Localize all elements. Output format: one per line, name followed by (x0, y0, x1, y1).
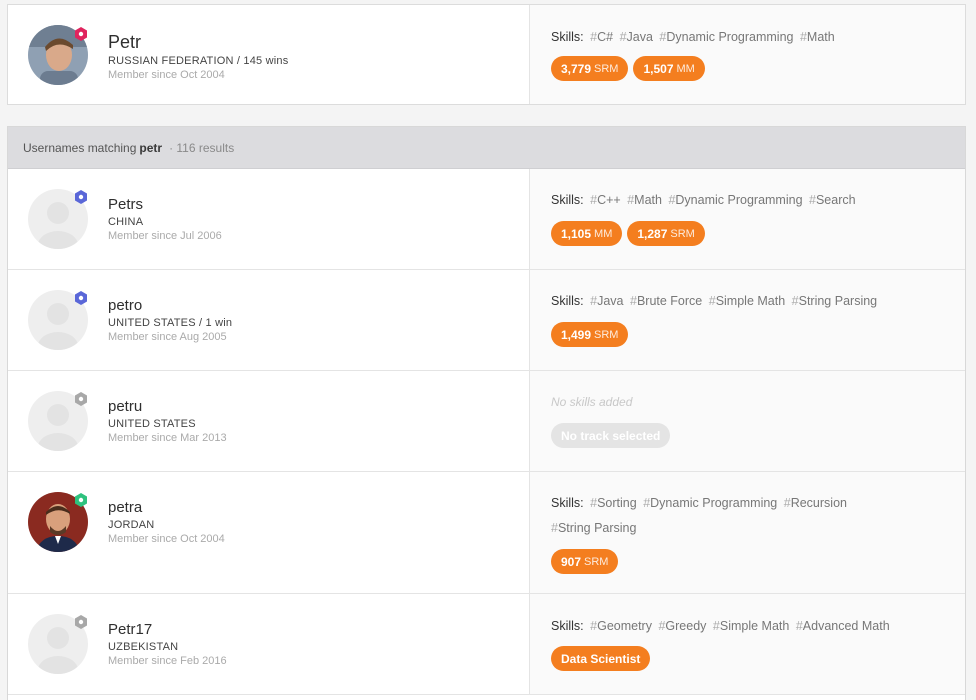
username-results-panel: Usernames matching petr · 116 results Pe… (7, 126, 966, 700)
skill-tag[interactable]: #Java (590, 294, 623, 308)
skill-tag[interactable]: #Dynamic Programming (659, 30, 793, 44)
skill-tag[interactable]: #Simple Math (713, 619, 789, 633)
skills-panel: Skills: #Geometry #Greedy #Simple Math #… (530, 594, 965, 694)
ratings-row: Data Scientist (551, 646, 965, 671)
rating-pill[interactable]: 907 SRM (551, 549, 619, 574)
user-country: UNITED STATES (108, 418, 196, 430)
results-count: · 116 results (169, 140, 235, 155)
featured-skills-panel: Skills: #C# #Java #Dynamic Programming #… (530, 5, 965, 104)
member-since: Member since Aug 2005 (108, 331, 227, 343)
user-info-cell: petro UNITED STATES / 1 win Member since… (8, 270, 530, 370)
results-header: Usernames matching petr · 116 results (8, 127, 965, 169)
ratings-row: 3,779 SRM 1,507 MM (551, 56, 965, 81)
user-row[interactable]: Petr17 UZBEKISTAN Member since Feb 2016 … (8, 594, 965, 695)
skill-tag[interactable]: #C# (590, 30, 613, 44)
user-country: RUSSIAN FEDERATION / 145 wins (108, 55, 289, 67)
rating-badge-icon (74, 291, 88, 305)
skill-tag[interactable]: #Greedy (658, 619, 706, 633)
username-link[interactable]: petro (108, 297, 232, 315)
skill-tag[interactable]: #Simple Math (709, 294, 785, 308)
username-link[interactable]: Petr (108, 31, 288, 53)
skill-tag[interactable]: #Search (809, 193, 856, 207)
rating-badge-icon (74, 392, 88, 406)
skills-panel: Skills: #Sorting #Dynamic Programming #R… (530, 472, 965, 593)
ratings-row: 907 SRM (551, 549, 905, 574)
ratings-row: 1,499 SRM (551, 322, 965, 347)
user-info-cell: Petr17 UZBEKISTAN Member since Feb 2016 (8, 594, 530, 694)
member-since: Member since Oct 2004 (108, 69, 225, 81)
user-info-cell: petru UNITED STATES Member since Mar 201… (8, 371, 530, 471)
user-info-cell: Petrs CHINA Member since Jul 2006 (8, 169, 530, 269)
member-since: Member since Jul 2006 (108, 230, 222, 242)
no-skills-text: No skills added (551, 395, 633, 409)
rating-badge-icon (74, 493, 88, 507)
ratings-row: No track selected (551, 423, 965, 448)
skills-label: Skills: (551, 294, 584, 308)
user-row[interactable]: Petrs CHINA Member since Jul 2006 Skills… (8, 169, 965, 270)
skills-list: Skills: #Sorting #Dynamic Programming #R… (551, 491, 905, 541)
skills-label: Skills: (551, 496, 584, 510)
user-info-cell: petra JORDAN Member since Oct 2004 (8, 472, 530, 593)
rating-badge-icon (74, 27, 88, 41)
search-query: petr (139, 140, 163, 155)
rating-badge-icon (74, 615, 88, 629)
user-country: UZBEKISTAN (108, 641, 179, 653)
skill-tag[interactable]: #C++ (590, 193, 621, 207)
user-row[interactable]: petro UNITED STATES / 1 win Member since… (8, 270, 965, 371)
user-country: JORDAN (108, 519, 155, 531)
ratings-row: 1,105 MM 1,287 SRM (551, 221, 965, 246)
skills-list: Skills: #Java #Brute Force #Simple Math … (551, 289, 965, 314)
member-since: Member since Feb 2016 (108, 655, 227, 667)
skill-tag[interactable]: #Math (800, 30, 835, 44)
skills-panel: Skills: #C++ #Math #Dynamic Programming … (530, 169, 965, 269)
skills-label: Skills: (551, 30, 584, 44)
featured-user-info: Petr RUSSIAN FEDERATION / 145 wins Membe… (8, 5, 530, 104)
skills-label: Skills: (551, 193, 584, 207)
featured-user-card[interactable]: Petr RUSSIAN FEDERATION / 145 wins Membe… (7, 4, 966, 105)
skill-tag[interactable]: #Math (627, 193, 662, 207)
user-row[interactable]: petra JORDAN Member since Oct 2004 Skill… (8, 472, 965, 594)
skill-tag[interactable]: #Recursion (784, 496, 847, 510)
results-header-prefix: Usernames matching (23, 140, 137, 155)
track-pill[interactable]: Data Scientist (551, 646, 651, 671)
skills-list: Skills: #Geometry #Greedy #Simple Math #… (551, 614, 965, 639)
user-text: petro UNITED STATES / 1 win Member since… (108, 297, 232, 343)
user-text: Petr17 UZBEKISTAN Member since Feb 2016 (108, 621, 227, 667)
rating-pill[interactable]: 3,779 SRM (551, 56, 629, 81)
skills-list: Skills: #C++ #Math #Dynamic Programming … (551, 188, 965, 213)
username-link[interactable]: petra (108, 499, 225, 517)
user-text: petra JORDAN Member since Oct 2004 (108, 499, 225, 545)
rating-pill[interactable]: 1,287 SRM (627, 221, 705, 246)
user-country: UNITED STATES / 1 win (108, 317, 233, 329)
member-since: Member since Mar 2013 (108, 432, 227, 444)
username-link[interactable]: Petr17 (108, 621, 227, 639)
skill-tag[interactable]: #Brute Force (630, 294, 702, 308)
skill-tag[interactable]: #Java (620, 30, 653, 44)
user-row[interactable]: petru UNITED STATES Member since Mar 201… (8, 371, 965, 472)
rating-pill[interactable]: 1,499 SRM (551, 322, 629, 347)
no-track-pill: No track selected (551, 423, 671, 448)
skill-tag[interactable]: #Geometry (590, 619, 652, 633)
skill-tag[interactable]: #String Parsing (551, 521, 636, 535)
skill-tag[interactable]: #Dynamic Programming (668, 193, 802, 207)
rating-pill[interactable]: 1,507 MM (633, 56, 705, 81)
skills-label: Skills: (551, 619, 584, 633)
rating-pill[interactable]: 1,105 MM (551, 221, 623, 246)
skill-tag[interactable]: #Dynamic Programming (643, 496, 777, 510)
member-since: Member since Oct 2004 (108, 533, 225, 545)
skill-tag[interactable]: #String Parsing (792, 294, 877, 308)
username-link[interactable]: Petrs (108, 196, 222, 214)
skills-panel: No skills added No track selected (530, 371, 965, 471)
skills-panel: Skills: #Java #Brute Force #Simple Math … (530, 270, 965, 370)
featured-user-text: Petr RUSSIAN FEDERATION / 145 wins Membe… (108, 31, 288, 81)
username-link[interactable]: petru (108, 398, 227, 416)
skill-tag[interactable]: #Sorting (590, 496, 637, 510)
skill-tag[interactable]: #Advanced Math (796, 619, 890, 633)
user-text: Petrs CHINA Member since Jul 2006 (108, 196, 222, 242)
user-text: petru UNITED STATES Member since Mar 201… (108, 398, 227, 444)
rating-badge-icon (74, 190, 88, 204)
skills-list: Skills: #C# #Java #Dynamic Programming #… (551, 25, 965, 50)
user-country: CHINA (108, 216, 144, 228)
